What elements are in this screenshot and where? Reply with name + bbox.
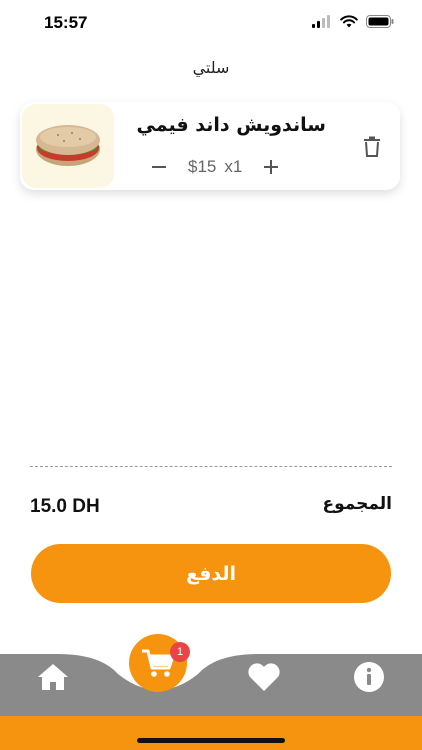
cellular-signal-icon	[312, 15, 330, 28]
divider	[30, 466, 392, 467]
home-indicator	[137, 738, 285, 743]
status-icons	[312, 15, 394, 28]
cart-item: ساندويش داند فيمي $15 x1	[20, 102, 400, 190]
plus-icon	[264, 160, 279, 174]
nav-favorites[interactable]	[246, 662, 282, 692]
heart-icon	[248, 663, 280, 691]
status-bar: 15:57	[0, 0, 422, 48]
product-image	[22, 104, 114, 188]
product-name: ساندويش داند فيمي	[136, 114, 327, 136]
info-icon	[354, 662, 384, 692]
increase-quantity-button[interactable]	[260, 152, 282, 182]
item-quantity: x1	[224, 157, 243, 176]
delete-item-button[interactable]	[362, 136, 382, 158]
total-label: المجموع	[322, 494, 392, 514]
status-time: 15:57	[44, 13, 88, 32]
trash-icon	[364, 136, 380, 157]
cart-badge: 1	[170, 642, 190, 662]
price-quantity: $15 x1	[188, 157, 242, 177]
wifi-icon	[340, 15, 358, 28]
quantity-stepper: $15 x1	[148, 152, 282, 182]
page-title: سلتي	[192, 58, 230, 77]
sandwich-image	[36, 125, 100, 166]
nav-info[interactable]	[351, 662, 387, 692]
pay-button[interactable]: الدفع	[31, 544, 391, 603]
item-price: $15	[188, 157, 217, 176]
battery-icon	[366, 15, 394, 28]
minus-icon	[152, 166, 166, 168]
decrease-quantity-button[interactable]	[148, 152, 170, 182]
total-value: 15.0 DH	[30, 496, 100, 517]
nav-home[interactable]	[35, 662, 71, 692]
home-icon	[38, 664, 68, 690]
